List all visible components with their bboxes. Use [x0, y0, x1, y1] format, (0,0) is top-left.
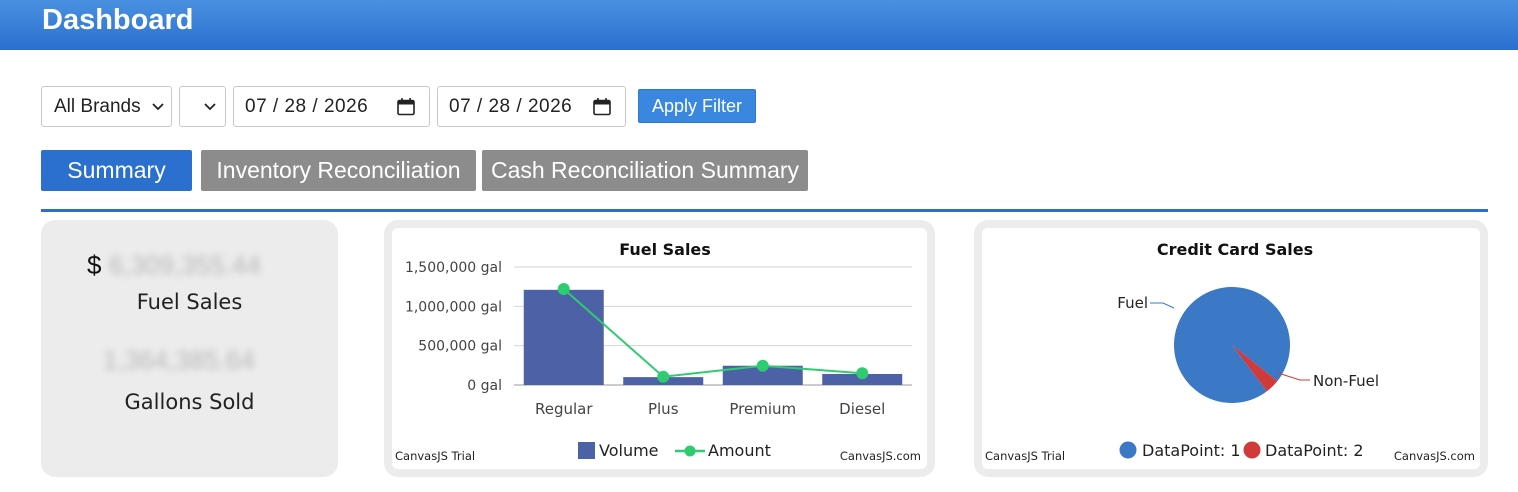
brand-select-value: All Brands — [54, 96, 141, 117]
y-tick-label: 1,000,000 gal — [405, 299, 502, 315]
calendar-icon[interactable] — [592, 97, 612, 117]
x-tick-label: Premium — [729, 400, 796, 418]
credit-card-sales-chart: Credit Card Sales Fuel Non-Fuel DataPoint: … — [985, 240, 1475, 463]
legend-label: DataPoint: 2 — [1265, 441, 1364, 460]
amount-line — [563, 288, 863, 378]
currency-symbol: $ — [87, 250, 102, 280]
credit-card-chart-container: Credit Card Sales Fuel Non-Fuel DataPoint: … — [982, 228, 1480, 469]
gallons-sold-label: Gallons Sold — [124, 390, 255, 414]
app-header: Dashboard — [0, 0, 1518, 50]
legend-marker — [1119, 441, 1137, 459]
tab-inventory-reconciliation[interactable]: Inventory Reconciliation — [201, 150, 476, 191]
pie-label-fuel: Fuel — [1117, 294, 1148, 312]
watermark-trial: CanvasJS Trial — [395, 449, 475, 463]
y-tick-label: 1,500,000 gal — [405, 260, 502, 276]
summary-card: $ 6,309,355.44 Fuel Sales 1,364,385.64 G… — [41, 220, 338, 477]
legend-volume-label: Volume — [599, 441, 659, 460]
credit-card-sales-card: Credit Card Sales Fuel Non-Fuel DataPoint: … — [974, 220, 1488, 477]
fuel-sales-card: Fuel Sales 0 gal 500,000 gal 1,000,000 gal 1… — [384, 220, 935, 477]
amount-point-premium — [756, 359, 769, 372]
chevron-down-icon — [204, 103, 216, 111]
watermark-canvasjs: CanvasJS.com — [1394, 449, 1475, 463]
chevron-down-icon — [152, 103, 164, 111]
amount-point-plus — [657, 370, 670, 383]
pie-label-connector — [1277, 372, 1310, 381]
x-tick-label: Diesel — [839, 400, 885, 418]
apply-filter-button[interactable]: Apply Filter — [638, 89, 756, 123]
tab-cash-reconciliation-summary[interactable]: Cash Reconciliation Summary — [482, 150, 808, 191]
x-tick-label: Plus — [648, 400, 679, 418]
end-date-value: 07 / 28 / 2026 — [449, 96, 573, 117]
legend-label: DataPoint: 1 — [1142, 441, 1241, 460]
fuel-sales-value: 6,309,355.44 — [109, 250, 261, 280]
gallons-sold-value: 1,364,385.64 — [103, 345, 255, 375]
fuel-sales-label: Fuel Sales — [136, 290, 243, 314]
watermark-canvasjs: CanvasJS.com — [840, 449, 921, 463]
start-date-value: 07 / 28 / 2026 — [245, 96, 369, 117]
page-title: Dashboard — [42, 4, 194, 36]
end-date-input[interactable]: 07 / 28 / 2026 — [437, 86, 626, 127]
chart-title: Fuel Sales — [619, 240, 711, 259]
pie-label-connector — [1150, 302, 1175, 309]
secondary-select[interactable] — [179, 86, 226, 127]
y-tick-label: 500,000 gal — [418, 339, 502, 355]
pie-label-non-fuel: Non-Fuel — [1313, 372, 1379, 390]
amount-point-regular — [557, 283, 570, 296]
fuel-sales-chart: Fuel Sales 0 gal 500,000 gal 1,000,000 gal 1… — [395, 240, 921, 463]
x-tick-label: Regular — [535, 400, 593, 418]
tab-divider — [41, 209, 1488, 212]
watermark-trial: CanvasJS Trial — [985, 449, 1065, 463]
fuel-sales-chart-container: Fuel Sales 0 gal 500,000 gal 1,000,000 gal 1… — [392, 228, 927, 469]
calendar-icon[interactable] — [396, 97, 416, 117]
amount-point-diesel — [856, 367, 869, 380]
legend-amount-label: Amount — [708, 441, 771, 460]
y-tick-label: 0 gal — [467, 378, 502, 394]
bar-regular — [523, 289, 604, 385]
legend-volume-swatch — [578, 442, 595, 459]
start-date-input[interactable]: 07 / 28 / 2026 — [233, 86, 430, 127]
brand-select[interactable]: All Brands — [41, 86, 172, 127]
chart-title: Credit Card Sales — [1157, 240, 1313, 259]
tab-summary[interactable]: Summary — [41, 150, 192, 191]
legend-marker — [1243, 441, 1261, 459]
legend-amount-marker — [684, 445, 696, 457]
